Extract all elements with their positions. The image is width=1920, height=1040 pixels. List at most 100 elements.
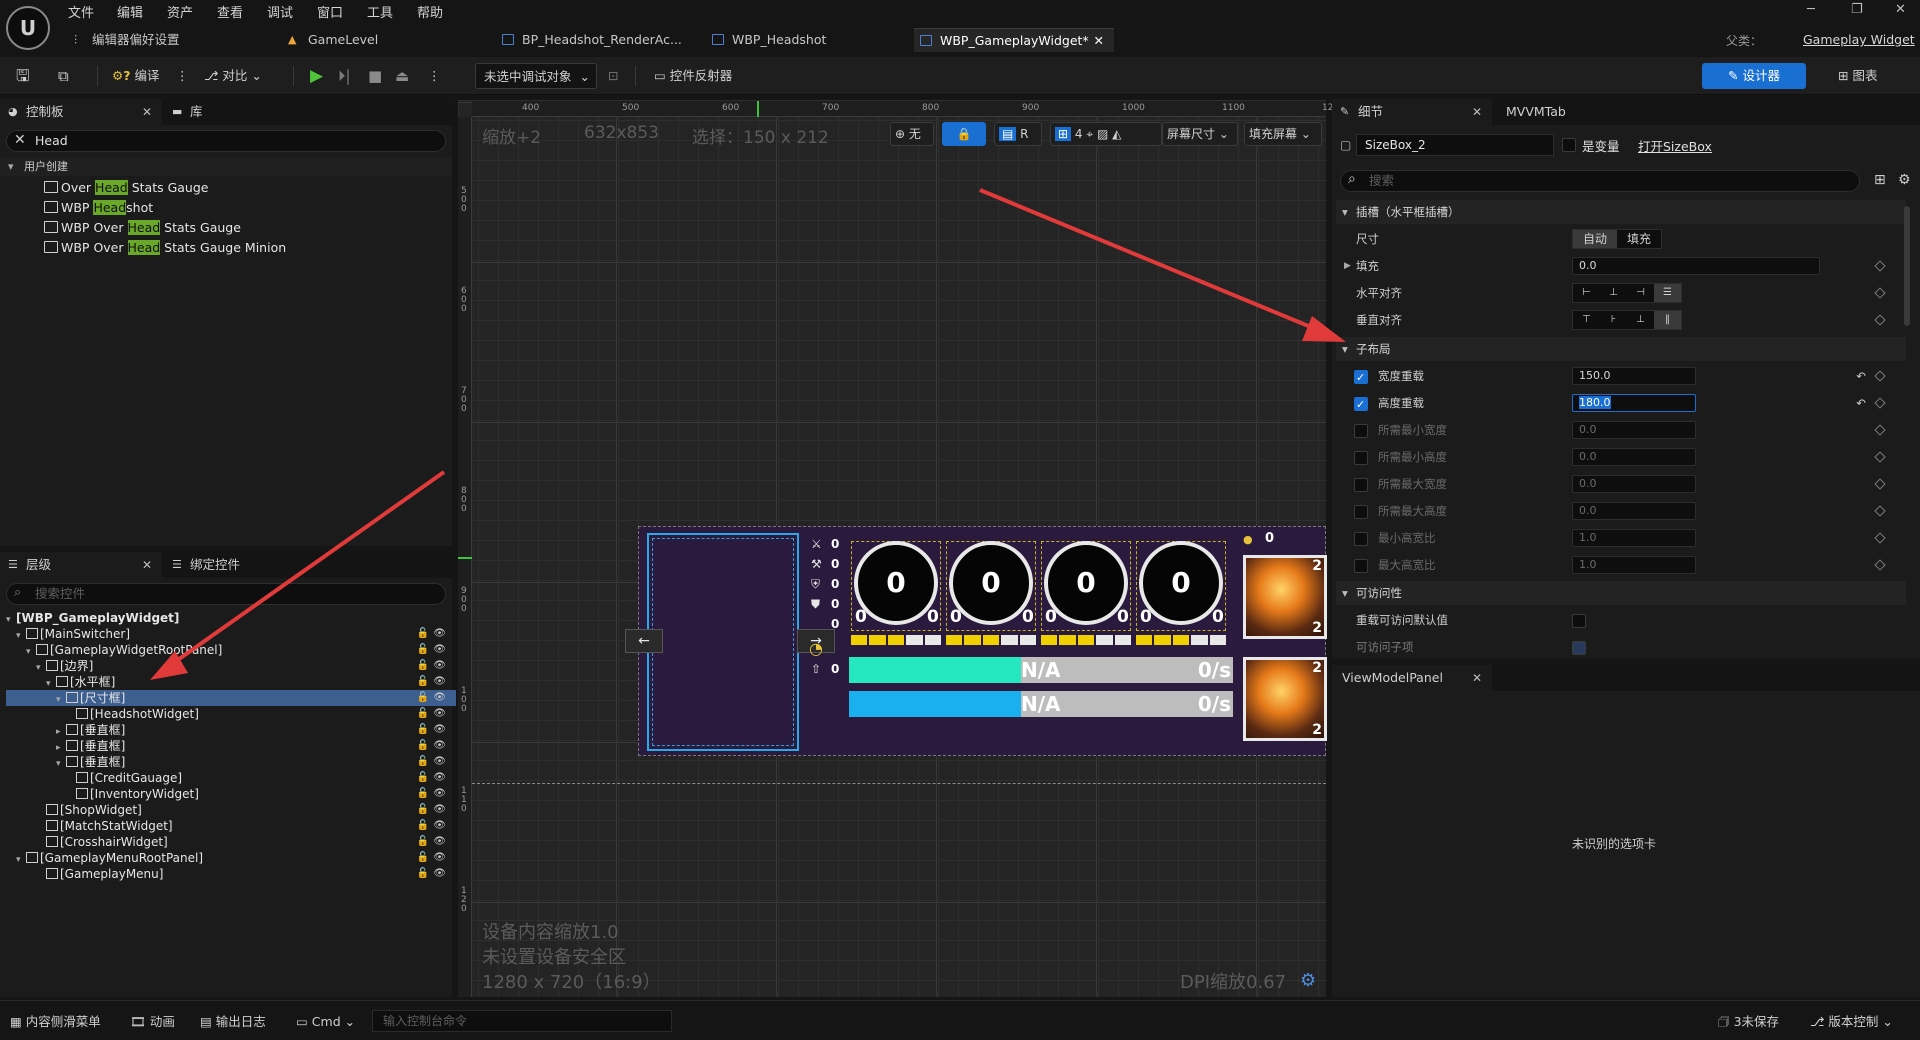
widget-name-input[interactable]: SizeBox_2 (1356, 134, 1554, 156)
lock-eye-icons[interactable]: 🔓👁 (417, 658, 450, 674)
close-icon[interactable]: ✕ (1472, 665, 1482, 691)
halign-buttons[interactable]: ⊢ ⊥ ⊣ ☰ (1572, 283, 1682, 303)
save-icon[interactable]: 🖫 (16, 63, 30, 89)
grid-snap-toolbar[interactable]: ⊞ 4 ⌖ ▨ ◭ (1050, 122, 1162, 146)
debug-target-dropdown[interactable]: 未选中调试对象 ⌄ (475, 63, 597, 89)
is-variable-checkbox[interactable] (1562, 138, 1576, 152)
tab-hierarchy[interactable]: ☰ 层级 ✕ (0, 552, 162, 578)
lock-eye-icons[interactable]: 🔓👁 (417, 802, 450, 818)
maximize-icon[interactable]: ❐ (1851, 2, 1863, 17)
diff-button[interactable]: ⎇ 对比 ⌄ (204, 63, 262, 89)
tab-details[interactable]: ✎ 细节 ✕ (1332, 99, 1492, 125)
menu-debug[interactable]: 调试 (267, 2, 293, 21)
override-checkbox[interactable] (1354, 424, 1368, 438)
cmd-dropdown[interactable]: ▭ Cmd ⌄ (296, 1011, 355, 1033)
hierarchy-search-input[interactable]: 搜索控件 (6, 583, 446, 605)
details-scrollbar[interactable] (1904, 206, 1910, 326)
lock-eye-icons[interactable]: 🔓👁 (417, 722, 450, 738)
parent-class-link[interactable]: Gameplay Widget (1803, 32, 1915, 47)
row-value-input[interactable]: 1.0 (1572, 529, 1696, 547)
override-checkbox[interactable] (1354, 559, 1368, 573)
reset-diamond-icon[interactable] (1874, 370, 1886, 382)
tree-row[interactable]: ▸ [垂直框] 🔓👁 (6, 722, 456, 738)
compile-button[interactable]: ⚙? 编译 (112, 63, 159, 89)
lock-eye-icons[interactable]: 🔓👁 (417, 786, 450, 802)
align-left-icon[interactable]: ⊢ (1573, 284, 1600, 302)
tree-row[interactable]: ▾ [垂直框] 🔓👁 (6, 754, 456, 770)
respect-locks-toggle[interactable]: ▤ R (994, 122, 1042, 146)
valign-buttons[interactable]: ⊤ ⊦ ⊥ ‖ (1572, 310, 1682, 330)
tree-row[interactable]: ▾ [GameplayWidgetRootPanel] 🔓👁 (6, 642, 456, 658)
reset-diamond-icon[interactable] (1874, 559, 1886, 571)
reset-diamond-icon[interactable] (1874, 424, 1886, 436)
tab-wbp-gameplay-widget[interactable]: WBP_GameplayWidget* ✕ (914, 28, 1114, 52)
size-toggle[interactable]: 自动 填充 (1572, 229, 1662, 249)
tree-row[interactable]: ▾ [GameplayMenuRootPanel] 🔓👁 (6, 850, 456, 866)
lock-toggle[interactable]: 🔒 (942, 122, 986, 146)
override-checkbox[interactable] (1354, 532, 1368, 546)
tree-row[interactable]: ▾ [WBP_GameplayWidget] (6, 610, 456, 626)
chevron-right-icon[interactable]: ▶ (1344, 253, 1351, 279)
row-value-input[interactable]: 0.0 (1572, 448, 1696, 466)
close-icon[interactable]: ✕ (1472, 99, 1482, 125)
align-right-icon[interactable]: ⊣ (1627, 284, 1654, 302)
screen-size-dropdown[interactable]: 屏幕尺寸 ⌄ (1162, 122, 1238, 146)
selected-size-box[interactable] (647, 533, 799, 751)
tab-bp-headshot[interactable]: BP_Headshot_RenderAc... (496, 28, 696, 52)
fill-screen-dropdown[interactable]: 填充屏幕 ⌄ (1244, 122, 1322, 146)
eject-icon[interactable]: ⏏ (395, 63, 409, 89)
lock-eye-icons[interactable]: 🔓👁 (417, 626, 450, 642)
reset-arrow-icon[interactable]: ↶ (1856, 363, 1866, 389)
clear-search-icon[interactable]: ✕ (14, 132, 26, 148)
override-checkbox[interactable] (1354, 451, 1368, 465)
row-value-input[interactable]: 0.0 (1572, 421, 1696, 439)
reset-diamond-icon[interactable] (1874, 287, 1886, 299)
move-left-button[interactable]: ← (625, 629, 663, 653)
close-icon[interactable]: ✕ (142, 552, 152, 578)
lock-eye-icons[interactable]: 🔓👁 (417, 866, 450, 882)
lock-eye-icons[interactable]: 🔓👁 (417, 754, 450, 770)
tab-viewmodel[interactable]: ViewModelPanel ✕ (1332, 665, 1492, 691)
stop-icon[interactable]: ■ (368, 63, 382, 89)
lock-eye-icons[interactable]: 🔓👁 (417, 770, 450, 786)
menu-asset[interactable]: 资产 (167, 2, 193, 21)
tree-row[interactable]: [InventoryWidget] 🔓👁 (6, 786, 456, 802)
localization-button[interactable]: ⊕ 无 (890, 122, 934, 146)
reset-diamond-icon[interactable] (1874, 314, 1886, 326)
close-icon[interactable]: ✕ (142, 99, 152, 125)
tree-row[interactable]: ▾ [水平框] 🔓👁 (6, 674, 456, 690)
reset-diamond-icon[interactable] (1874, 397, 1886, 409)
reset-diamond-icon[interactable] (1874, 532, 1886, 544)
size-fill-button[interactable]: 填充 (1617, 230, 1661, 248)
lock-eye-icons[interactable]: 🔓👁 (417, 674, 450, 690)
ability-card[interactable]: 2 2 (1243, 657, 1327, 741)
close-window-icon[interactable]: ✕ (1895, 2, 1906, 17)
override-checkbox[interactable] (1354, 392, 1368, 418)
debug-browse-icon[interactable]: ⊡ (608, 63, 618, 89)
lock-eye-icons[interactable]: 🔓👁 (417, 834, 450, 850)
tree-row[interactable]: [CreditGauage] 🔓👁 (6, 770, 456, 786)
menu-help[interactable]: 帮助 (417, 2, 443, 21)
lock-eye-icons[interactable]: 🔓👁 (417, 818, 450, 834)
close-icon[interactable]: ✕ (1094, 29, 1104, 53)
output-log-button[interactable]: ▤ 输出日志 (200, 1011, 266, 1033)
row-value-input[interactable]: 1.0 (1572, 556, 1696, 574)
tree-row[interactable]: ▸ [垂直框] 🔓👁 (6, 738, 456, 754)
tab-game-level[interactable]: ▲ GameLevel (282, 28, 482, 52)
reset-arrow-icon[interactable]: ↶ (1856, 390, 1866, 416)
details-search-input[interactable]: 搜索 (1340, 170, 1860, 192)
tree-row[interactable]: [HeadshotWidget] 🔓👁 (6, 706, 456, 722)
menu-window[interactable]: 窗口 (317, 2, 343, 21)
console-command-input[interactable]: 输入控制台命令 (372, 1010, 672, 1032)
override-checkbox[interactable] (1354, 365, 1368, 391)
minimize-icon[interactable]: ─ (1807, 2, 1815, 17)
unreal-logo-icon[interactable]: U (6, 6, 50, 50)
align-fill-icon[interactable]: ☰ (1654, 284, 1681, 302)
align-top-icon[interactable]: ⊤ (1573, 311, 1600, 329)
lock-eye-icons[interactable]: 🔓👁 (417, 738, 450, 754)
reset-diamond-icon[interactable] (1874, 451, 1886, 463)
lock-eye-icons[interactable]: 🔓👁 (417, 690, 450, 706)
section-accessibility[interactable]: 可访问性 (1336, 581, 1906, 605)
reset-diamond-icon[interactable] (1874, 505, 1886, 517)
override-access-checkbox[interactable] (1572, 614, 1586, 628)
